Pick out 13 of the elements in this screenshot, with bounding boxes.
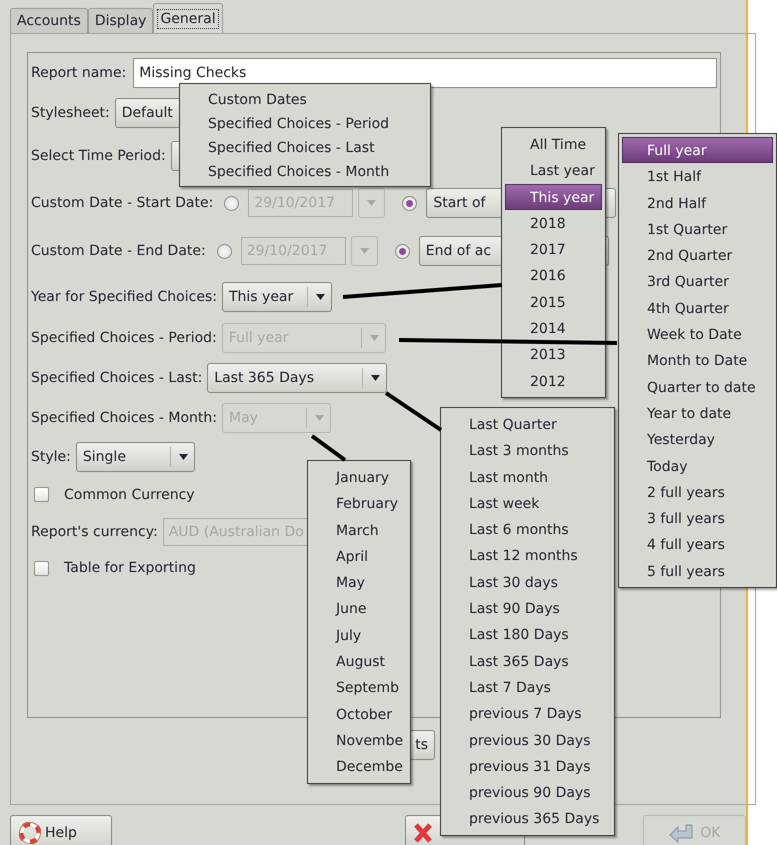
field-label: Style: (31, 449, 71, 465)
field-label: Year for Specified Choices: (31, 288, 217, 304)
field-label: Specified Choices - Period: (31, 330, 217, 346)
field-label: Select Time Period: (31, 148, 166, 164)
field-label: Specified Choices - Month: (31, 410, 217, 426)
field-label: Specified Choices - Last: (31, 370, 202, 386)
checkbox-label: Table for Exporting (64, 560, 196, 576)
field-label: Stylesheet: (31, 105, 110, 121)
field-label: Report name: (31, 65, 126, 81)
field-label: Custom Date - Start Date: (31, 195, 214, 211)
field-label: Custom Date - End Date: (31, 243, 206, 259)
field-label: Report's currency: (31, 524, 158, 540)
checkbox-label: Common Currency (64, 486, 195, 502)
